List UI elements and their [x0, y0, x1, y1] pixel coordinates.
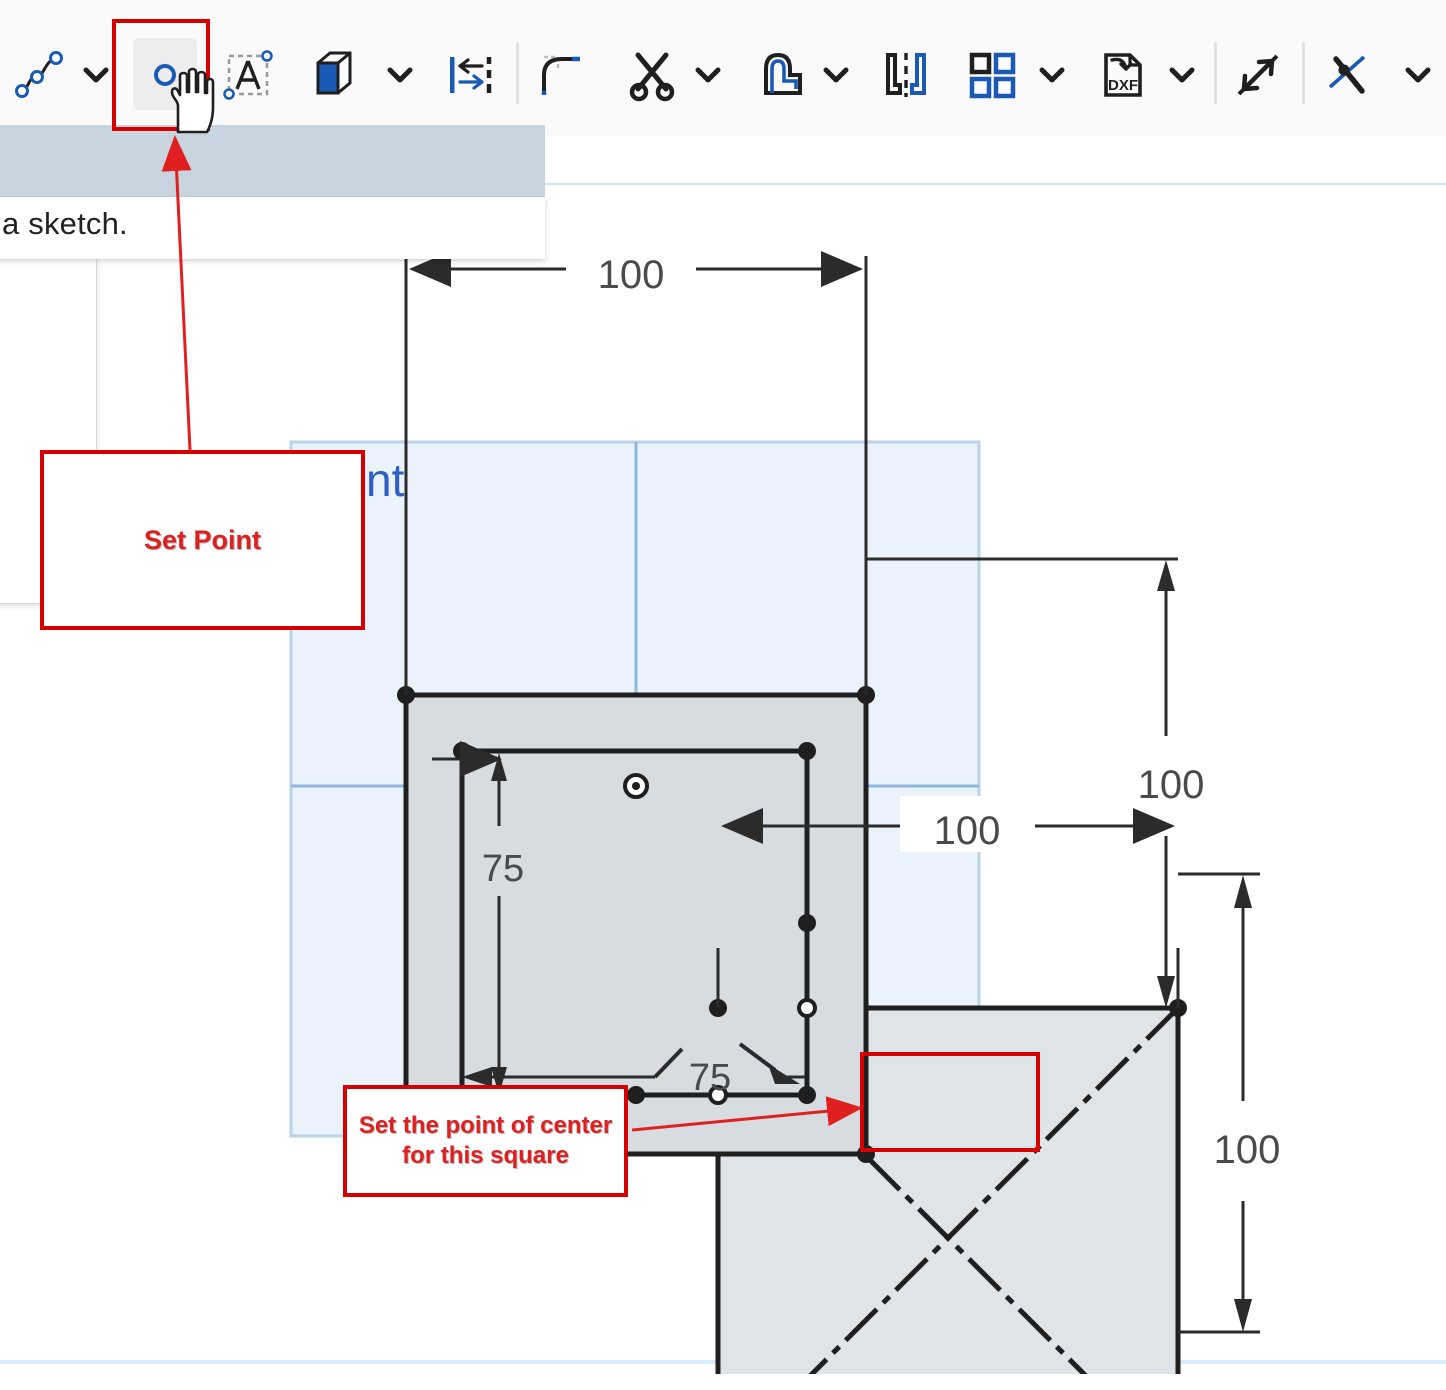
- chevron-down-icon[interactable]: [1160, 40, 1204, 110]
- hand-cursor-icon: [166, 62, 218, 134]
- set-center-callout-text: Set the point of center for this square: [358, 1112, 613, 1169]
- center-target-highlight-box: [860, 1052, 1040, 1152]
- dim-right-lower-100[interactable]: 100: [1178, 872, 1300, 1334]
- dim-middle-100-label: 100: [934, 809, 1001, 853]
- spline-icon[interactable]: [6, 40, 78, 110]
- text-icon[interactable]: [212, 40, 284, 110]
- mirror-icon[interactable]: [870, 40, 942, 110]
- linear-pattern-icon[interactable]: [956, 40, 1028, 110]
- fillet-icon[interactable]: [524, 40, 596, 110]
- trim-icon[interactable]: [616, 40, 688, 110]
- set-center-callout: Set the point of center for this square: [343, 1085, 628, 1197]
- dim-inner-horizontal-75-label: 75: [689, 1057, 731, 1099]
- toolbar-divider: [516, 42, 519, 104]
- toolbar-divider: [1302, 42, 1305, 104]
- tooltip-text: a sketch.: [2, 206, 128, 241]
- chevron-down-icon[interactable]: [378, 40, 422, 110]
- chevron-down-icon[interactable]: [686, 40, 730, 110]
- dimension-icon[interactable]: [1222, 40, 1294, 110]
- dim-inner-vertical-75-label: 75: [482, 848, 524, 890]
- tooltip-body-panel: a sketch.: [0, 197, 545, 259]
- set-point-callout-text: Set Point: [143, 524, 261, 555]
- toolbar-divider: [1214, 42, 1217, 104]
- dim-top-100-label: 100: [598, 253, 665, 297]
- chevron-down-icon[interactable]: [1396, 40, 1440, 110]
- extend-icon[interactable]: [744, 40, 816, 110]
- svg-text:DXF: DXF: [1108, 77, 1138, 94]
- tooltip-header-bar: [0, 125, 545, 200]
- dim-right-lower-100-label: 100: [1214, 1128, 1281, 1172]
- chevron-down-icon[interactable]: [1030, 40, 1074, 110]
- sketch-canvas[interactable]: 100 75 75 100 100 100: [0, 136, 1446, 1374]
- dim-right-upper-100-label: 100: [1138, 763, 1205, 807]
- use-projection-icon[interactable]: [300, 40, 372, 110]
- set-point-callout: Set Point: [40, 450, 365, 630]
- sketch-origin: [623, 773, 649, 799]
- constraint-icon[interactable]: [1312, 40, 1384, 110]
- sketch-geometry: 100 75 75 100 100 100: [289, 240, 1300, 1374]
- chevron-down-icon[interactable]: [814, 40, 858, 110]
- dxf-import-icon[interactable]: DXF: [1086, 40, 1158, 110]
- offset-icon[interactable]: [434, 40, 506, 110]
